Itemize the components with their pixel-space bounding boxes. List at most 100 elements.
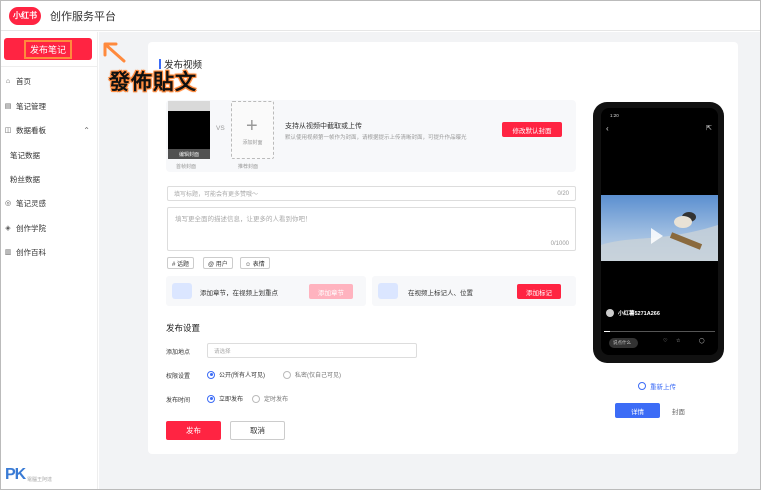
sidebar-item-creator-academy[interactable]: ◈ 创作学院: [1, 218, 98, 238]
vs-label: VS: [216, 125, 225, 132]
tab-detail[interactable]: 详情: [615, 403, 660, 418]
topic-chip-button[interactable]: # 话题: [167, 257, 195, 269]
phone-status-time: 1:20: [610, 113, 619, 118]
play-icon[interactable]: [651, 228, 663, 244]
plus-icon: +: [246, 115, 258, 137]
phone-author: 小红薯5271A266: [606, 309, 660, 317]
radio-dot: [252, 394, 260, 403]
visibility-public-radio[interactable]: 公开(所有人可见): [207, 370, 265, 379]
mention-user-chip-button[interactable]: @ 用户: [203, 257, 233, 269]
watermark-logo: PK: [5, 466, 26, 483]
location-select[interactable]: 请选择: [207, 343, 417, 358]
chapter-icon: [172, 283, 192, 299]
refresh-icon: [638, 382, 646, 390]
phone-progress-bar: [604, 331, 715, 332]
sidebar-item-fan-data[interactable]: 粉丝数据: [1, 169, 98, 189]
sidebar-item-label: 笔记数据: [10, 150, 40, 160]
sidebar-item-note-management[interactable]: ▤ 笔记管理: [1, 96, 98, 116]
sidebar-item-label: 粉丝数据: [10, 174, 40, 184]
visibility-private-label: 私密(仅自己可见): [295, 373, 341, 379]
submit-button[interactable]: 发布: [166, 421, 221, 440]
sidebar-item-label: 数据看板: [16, 125, 46, 135]
phone-username: 小红薯5271A266: [618, 311, 660, 317]
publish-note-button[interactable]: 发布笔记: [4, 38, 92, 60]
tab-cover[interactable]: 封面: [672, 406, 685, 416]
description-char-count: 0/1000: [550, 241, 569, 247]
cancel-button[interactable]: 取消: [230, 421, 285, 440]
sidebar-item-data-dashboard[interactable]: ◫ 数据看板 ⌃: [1, 120, 98, 140]
watermark-sub: 電腦王阿達: [27, 477, 53, 483]
visibility-private-radio[interactable]: 私密(仅自己可见): [283, 370, 341, 379]
edit-cover-label[interactable]: 编辑封面: [168, 149, 210, 159]
first-frame-caption: 首帧封面: [176, 164, 197, 170]
sidebar-item-label: 笔记灵感: [16, 198, 46, 208]
home-icon: ⌂: [5, 77, 11, 85]
sidebar-item-home[interactable]: ⌂ 首页: [1, 71, 98, 91]
book-icon: ▥: [4, 249, 12, 256]
phone-comment-box: 说点什么: [609, 338, 638, 348]
reupload-button[interactable]: 重新上传: [638, 381, 676, 391]
sidebar-item-note-inspiration[interactable]: ◎ 笔记灵感: [1, 193, 98, 213]
school-icon: ◈: [5, 225, 11, 232]
radio-dot: [283, 370, 291, 379]
radio-dot: [207, 394, 215, 403]
sidebar: 发布笔记 ⌂ 首页 ▤ 笔记管理 ◫ 数据看板 ⌃ 笔记数据 粉丝数据 ◎ 笔记…: [1, 32, 98, 489]
scheduled-publish-label: 定时发布: [264, 397, 289, 403]
publish-note-label: 发布笔记: [23, 39, 72, 59]
thumbnail-top-strip: [168, 101, 210, 111]
like-icon: ♡: [663, 338, 668, 344]
sidebar-item-label: 创作百科: [16, 247, 46, 257]
sidebar-item-label: 首页: [16, 76, 31, 86]
top-header: 小红书 创作服务平台: [1, 1, 760, 31]
location-label: 添加地点: [166, 350, 191, 356]
sidebar-item-note-data[interactable]: 笔记数据: [1, 145, 98, 165]
reupload-label: 重新上传: [650, 384, 676, 391]
publish-settings-title: 发布设置: [166, 323, 201, 333]
visibility-public-label: 公开(所有人可见): [219, 373, 265, 379]
section-title-text: 发布视频: [164, 60, 203, 71]
avatar: [606, 309, 614, 317]
cover-hint-title: 支持从视频中截取或上传: [285, 123, 362, 130]
xiaohongshu-logo[interactable]: 小红书: [9, 6, 41, 25]
chevron-up-icon[interactable]: ⌃: [83, 126, 90, 135]
location-placeholder: 请选择: [214, 348, 231, 355]
title-input[interactable]: 填写标题，可能会有更多赞哦～ 0/20: [167, 186, 576, 201]
publish-now-label: 立即发布: [219, 397, 244, 403]
description-placeholder: 填写更全面的描述信息，让更多的人看到你吧！: [175, 216, 312, 223]
comment-icon: ◯: [699, 338, 705, 344]
title-char-count: 0/20: [557, 190, 569, 197]
add-cover-button[interactable]: + 添加封面: [231, 101, 274, 159]
sidebar-item-label: 笔记管理: [16, 101, 46, 111]
tag-feature-text: 在视频上标记人、位置: [408, 290, 473, 297]
publish-time-label: 发布时间: [166, 398, 191, 404]
platform-title: 创作服务平台: [50, 10, 116, 23]
add-cover-label: 添加封面: [242, 140, 263, 146]
add-chapter-button[interactable]: 添加章节: [309, 284, 353, 299]
publish-now-radio[interactable]: 立即发布: [207, 394, 243, 403]
title-placeholder: 填写标题，可能会有更多赞哦～: [174, 192, 259, 198]
progress-fill: [604, 331, 610, 332]
recommended-cover-caption: 推荐封面: [238, 164, 259, 170]
bulb-icon: ◎: [4, 200, 12, 207]
tag-icon: [378, 283, 398, 299]
cover-hint-desc: 默认使用视频第一帧作为封面，请根据提示上传清晰封面，可提升作品曝光: [285, 135, 467, 141]
description-textarea[interactable]: 填写更全面的描述信息，让更多的人看到你吧！ 0/1000: [167, 207, 576, 251]
section-title: 发布视频: [159, 57, 202, 71]
note-icon: ▤: [4, 103, 12, 110]
scheduled-publish-radio[interactable]: 定时发布: [252, 394, 288, 403]
emoji-chip-button[interactable]: ☺ 表情: [240, 257, 270, 269]
collect-icon: ☆: [676, 338, 681, 344]
cover-thumbnail[interactable]: 编辑封面: [168, 101, 210, 159]
title-accent-bar: [159, 59, 161, 69]
back-arrow-icon: ‹: [606, 124, 609, 133]
radio-dot: [207, 370, 215, 379]
sidebar-item-creator-wiki[interactable]: ▥ 创作百科: [1, 242, 98, 262]
chapter-feature-text: 添加章节，在视频上划重点: [200, 290, 278, 297]
sidebar-item-label: 创作学院: [16, 223, 46, 233]
add-tag-button[interactable]: 添加标记: [517, 284, 561, 299]
sidebar-divider: [1, 66, 98, 67]
share-icon: ⇱: [706, 125, 712, 132]
chart-icon: ◫: [4, 127, 12, 134]
edit-default-cover-button[interactable]: 修改默认封面: [502, 122, 562, 137]
annotation-arrow-icon: [103, 42, 126, 63]
